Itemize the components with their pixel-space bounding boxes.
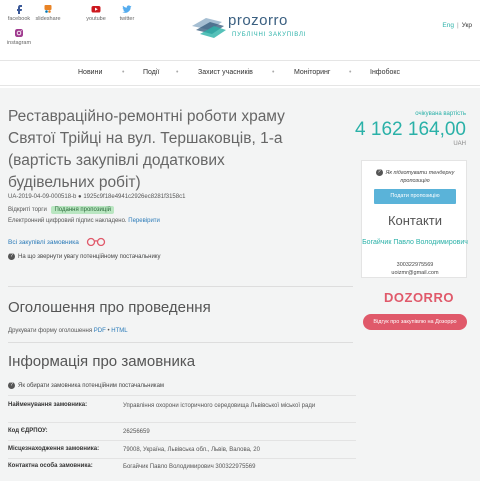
submit-bid-button[interactable]: Подати пропозицію	[374, 189, 456, 204]
print-form-row: Друкувати форму оголошення PDF • HTML	[8, 328, 128, 334]
contact-phone: 300322975569	[396, 262, 434, 268]
twitter-icon	[122, 5, 132, 13]
glasses-icon[interactable]	[86, 236, 106, 246]
announcement-heading: Оголошення про проведення	[8, 299, 211, 316]
contact-name: Богайчик Павло Володимирович	[362, 239, 468, 246]
nav-news[interactable]: Новини	[78, 69, 102, 76]
prozorro-logo[interactable]: prozorro ПУБЛІЧНІ ЗАКУПІВЛІ	[188, 12, 328, 42]
prozorro-emblem-icon	[192, 18, 226, 38]
slideshare-link[interactable]: slideshare	[33, 4, 63, 22]
customer-note-link[interactable]: ? Як обирати замовника потенційним постач…	[8, 382, 164, 389]
budget-value: 4 162 164,00	[355, 119, 466, 140]
instagram-link[interactable]: instagram	[4, 28, 34, 46]
facebook-icon	[17, 5, 22, 14]
divider	[8, 342, 353, 343]
nav-infobox[interactable]: Інфобокс	[370, 69, 400, 76]
all-customer-tenders-link[interactable]: Всі закупівлі замовника	[8, 239, 79, 246]
nav-participant-protection[interactable]: Захист учасників	[198, 69, 253, 76]
signature-row: Електронний цифровий підпис накладено. П…	[8, 218, 160, 224]
top-bar: facebook slideshare youtube twitter inst…	[0, 0, 480, 58]
youtube-link[interactable]: youtube	[81, 4, 111, 22]
tender-id: UA-2019-04-09-000518-b ● 1925c9f18e4941c…	[8, 194, 186, 200]
tender-type-row: Відкриті торги Подання пропозицій	[8, 206, 115, 214]
slideshare-icon	[44, 5, 52, 13]
signature-text: Електронний цифровий підпис накладено.	[8, 218, 127, 224]
contacts-panel: ? Як підготувати тендерну пропозицію Пода…	[361, 160, 468, 278]
nav-monitoring[interactable]: Моніторинг	[294, 69, 330, 76]
contact-details: 300322975569 uoizmr@gmail.com	[362, 261, 468, 277]
customer-heading: Інформація про замовника	[8, 353, 196, 370]
budget-label: очікувана вартість	[415, 111, 466, 117]
tender-title: Реставраційно-ремонтні роботи храму Свят…	[8, 108, 285, 191]
language-switcher: Eng | Укр	[442, 22, 472, 29]
attention-link[interactable]: ? На що звернути увагу потенційному поста…	[8, 253, 160, 260]
lang-uk[interactable]: Укр	[462, 22, 472, 29]
how-to-prepare-link[interactable]: ? Як підготувати тендерну пропозицію	[366, 169, 464, 185]
dozorro-logo: DOZORRO	[384, 290, 454, 305]
tender-content: Реставраційно-ремонтні роботи храму Свят…	[0, 88, 480, 481]
print-pdf-link[interactable]: PDF	[94, 328, 106, 334]
instagram-icon	[15, 29, 23, 37]
facebook-link[interactable]: facebook	[4, 4, 34, 22]
question-icon: ?	[8, 382, 15, 389]
dozorro-review-button[interactable]: Відгук про закупівлю на Дозорро	[363, 314, 467, 330]
twitter-link[interactable]: twitter	[112, 4, 142, 22]
budget-currency: UAH	[453, 141, 466, 147]
logo-name: prozorro	[228, 12, 288, 29]
status-badge: Подання пропозицій	[51, 206, 115, 214]
question-icon: ?	[375, 169, 383, 177]
lang-en[interactable]: Eng	[442, 22, 454, 29]
tender-type: Відкриті торги	[8, 207, 47, 213]
main-nav: Новини • Події • Захист учасників • Моні…	[0, 60, 480, 86]
logo-subtitle: ПУБЛІЧНІ ЗАКУПІВЛІ	[232, 32, 307, 38]
youtube-icon	[91, 6, 101, 13]
contact-email[interactable]: uoizmr@gmail.com	[362, 269, 468, 277]
verify-link[interactable]: Перевірити	[128, 218, 160, 224]
nav-events[interactable]: Події	[143, 69, 159, 76]
divider	[8, 286, 353, 287]
print-html-link[interactable]: HTML	[111, 328, 127, 334]
contacts-heading: Контакти	[387, 213, 443, 228]
question-icon: ?	[8, 253, 15, 260]
